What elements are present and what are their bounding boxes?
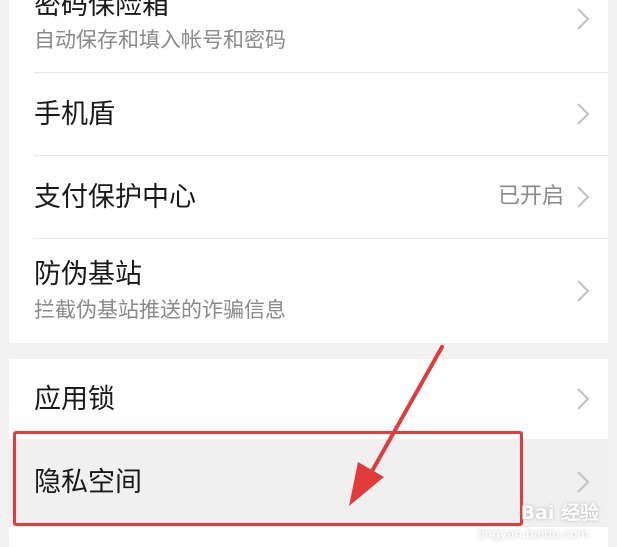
annotation-arrow xyxy=(349,345,444,506)
baidu-jingyan-watermark: Bai 经验 xyxy=(520,502,599,524)
watermark-url: jingyan.baidu.com xyxy=(478,527,589,541)
